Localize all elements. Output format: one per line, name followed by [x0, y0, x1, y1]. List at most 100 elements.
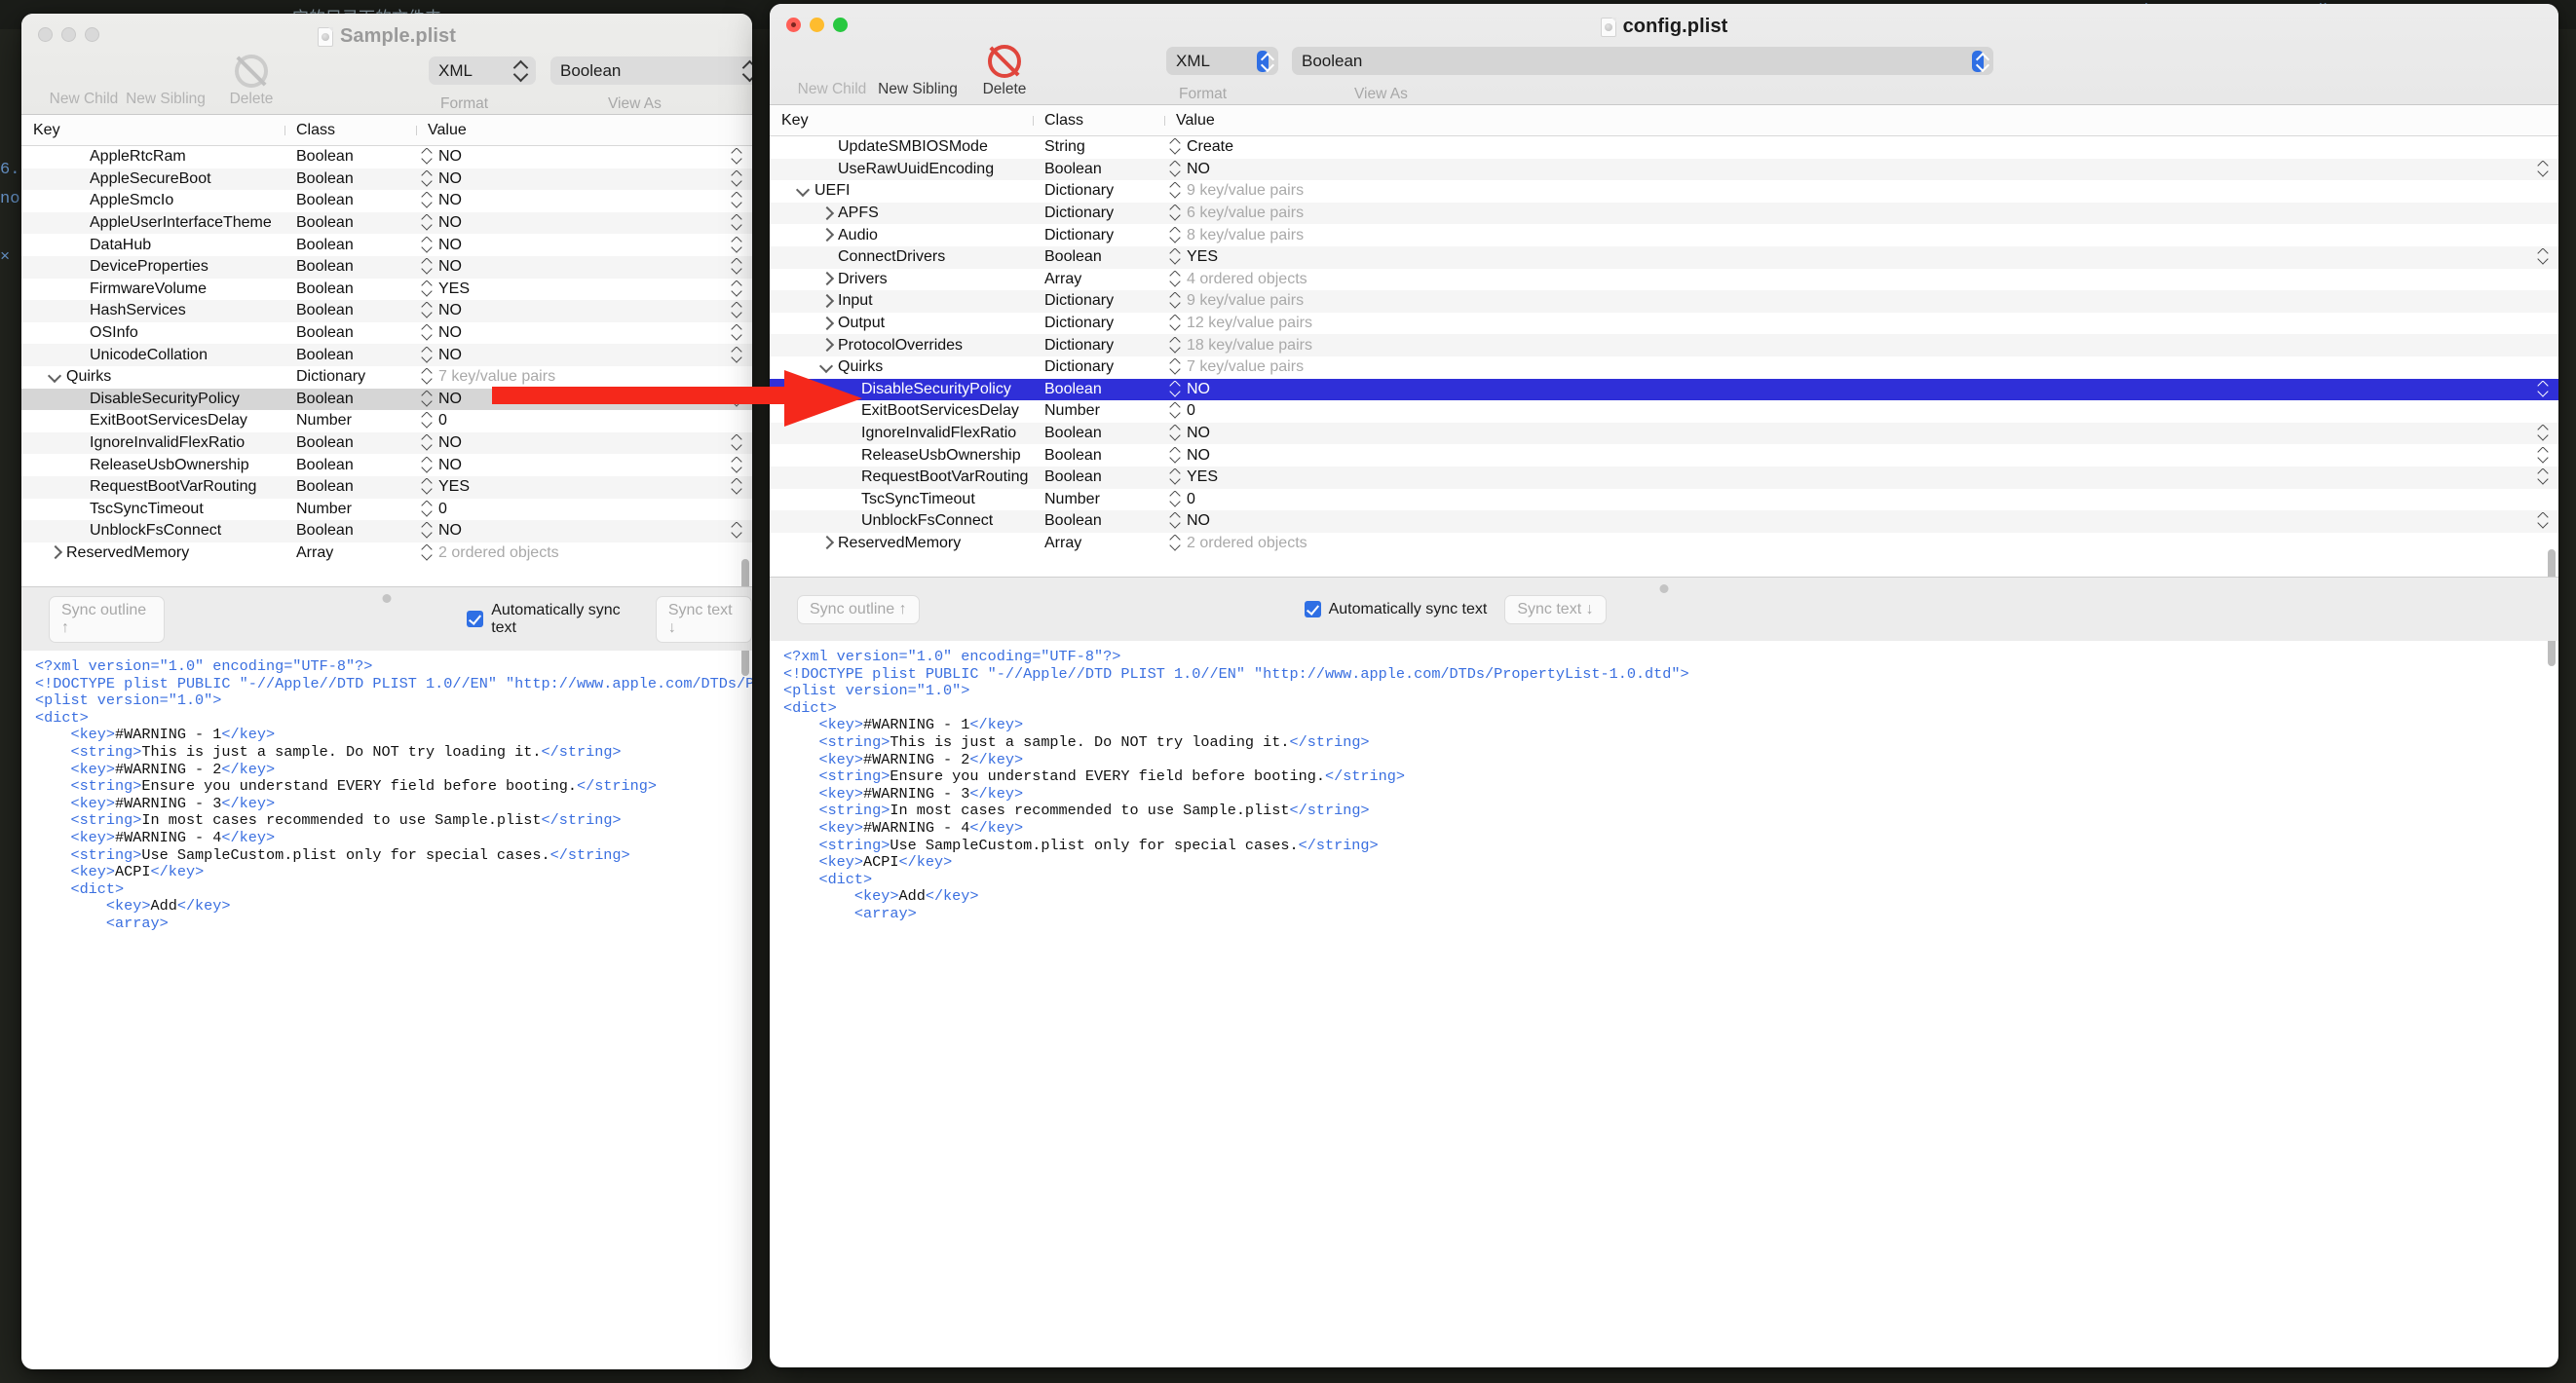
- table-row[interactable]: Drivers Array 4 ordered objects: [770, 268, 2558, 291]
- row-class-label[interactable]: Dictionary: [284, 368, 416, 386]
- row-class-label[interactable]: Dictionary: [1033, 315, 1164, 332]
- value-stepper[interactable]: [1170, 138, 1181, 156]
- value-stepper[interactable]: [422, 347, 433, 364]
- value-stepper[interactable]: [1170, 248, 1181, 266]
- value-stepper[interactable]: [422, 170, 433, 188]
- row-class-label[interactable]: Boolean: [1033, 161, 1164, 178]
- chevron-down-icon[interactable]: [49, 371, 61, 384]
- row-value-label[interactable]: NO: [438, 258, 462, 276]
- right-window-titlebar[interactable]: config.plist New Child New Sibling Delet…: [770, 4, 2558, 105]
- column-header-class[interactable]: Class: [1033, 112, 1164, 130]
- table-row[interactable]: ReservedMemory Array 2 ordered objects: [770, 532, 2558, 555]
- value-stepper[interactable]: [1170, 512, 1181, 530]
- value-stepper[interactable]: [1170, 535, 1181, 552]
- table-row[interactable]: FirmwareVolume Boolean YES: [21, 278, 752, 301]
- row-value-label[interactable]: 9 key/value pairs: [1187, 182, 1304, 200]
- chevron-right-icon[interactable]: [49, 546, 61, 559]
- row-value-label[interactable]: NO: [438, 434, 462, 452]
- value-stepper[interactable]: [422, 544, 433, 562]
- value-stepper[interactable]: [1170, 402, 1181, 420]
- sync-text-button-left[interactable]: Sync text ↓: [655, 595, 752, 643]
- row-class-label[interactable]: Boolean: [284, 522, 416, 540]
- boolean-toggle-stepper[interactable]: [732, 214, 742, 232]
- table-row[interactable]: UnblockFsConnect Boolean NO: [21, 520, 752, 542]
- row-value-label[interactable]: 2 ordered objects: [1187, 535, 1307, 552]
- value-stepper[interactable]: [422, 478, 433, 496]
- row-class-label[interactable]: Number: [284, 412, 416, 430]
- row-value-label[interactable]: 12 key/value pairs: [1187, 315, 1312, 332]
- boolean-toggle-stepper[interactable]: [732, 324, 742, 342]
- table-row[interactable]: UpdateSMBIOSMode String Create: [770, 136, 2558, 159]
- chevron-right-icon[interactable]: [820, 207, 833, 220]
- boolean-toggle-stepper[interactable]: [732, 478, 742, 496]
- left-xml-source-pane[interactable]: <?xml version="1.0" encoding="UTF-8"?> <!…: [21, 651, 752, 933]
- row-value-label[interactable]: YES: [1187, 248, 1218, 266]
- row-value-label[interactable]: YES: [1187, 468, 1218, 486]
- row-value-label[interactable]: YES: [438, 478, 470, 496]
- row-class-label[interactable]: Boolean: [284, 280, 416, 298]
- column-header-class[interactable]: Class: [284, 122, 416, 139]
- view-as-popup-right[interactable]: Boolean: [1292, 47, 1993, 75]
- value-stepper[interactable]: [1170, 315, 1181, 332]
- right-toolbar[interactable]: New Child New Sibling Delete XML Boolean: [770, 39, 2558, 105]
- row-value-label[interactable]: NO: [1187, 512, 1210, 530]
- row-class-label[interactable]: Boolean: [1033, 512, 1164, 530]
- left-toolbar[interactable]: New Child New Sibling Delete XML Boolean: [21, 49, 752, 115]
- table-row[interactable]: IgnoreInvalidFlexRatio Boolean NO: [770, 422, 2558, 445]
- auto-sync-checkbox-left[interactable]: Automatically sync text: [467, 602, 638, 637]
- row-class-label[interactable]: Number: [1033, 402, 1164, 420]
- split-grip-handle[interactable]: [382, 594, 392, 603]
- value-stepper[interactable]: [1170, 337, 1181, 355]
- table-row[interactable]: ConnectDrivers Boolean YES: [770, 245, 2558, 269]
- boolean-toggle-stepper[interactable]: [732, 280, 742, 298]
- value-stepper[interactable]: [422, 302, 433, 319]
- table-row[interactable]: DataHub Boolean NO: [21, 234, 752, 256]
- row-class-label[interactable]: Boolean: [1033, 248, 1164, 266]
- row-value-label[interactable]: 0: [438, 501, 447, 518]
- table-row[interactable]: DisableSecurityPolicy Boolean NO: [770, 378, 2558, 401]
- table-row[interactable]: DeviceProperties Boolean NO: [21, 255, 752, 279]
- value-stepper[interactable]: [422, 412, 433, 430]
- table-row[interactable]: Output Dictionary 12 key/value pairs: [770, 312, 2558, 335]
- table-row[interactable]: ProtocolOverrides Dictionary 18 key/value …: [770, 334, 2558, 356]
- row-class-label[interactable]: Boolean: [1033, 447, 1164, 465]
- boolean-toggle-stepper[interactable]: [2538, 425, 2549, 442]
- boolean-toggle-stepper[interactable]: [732, 148, 742, 166]
- row-class-label[interactable]: Number: [284, 501, 416, 518]
- table-row[interactable]: RequestBootVarRouting Boolean YES: [21, 475, 752, 499]
- table-row[interactable]: UEFI Dictionary 9 key/value pairs: [770, 180, 2558, 203]
- row-class-label[interactable]: Boolean: [284, 170, 416, 188]
- value-stepper[interactable]: [1170, 161, 1181, 178]
- row-class-label[interactable]: Boolean: [284, 457, 416, 474]
- sync-text-button-right[interactable]: Sync text ↓: [1504, 594, 1607, 624]
- row-class-label[interactable]: String: [1033, 138, 1164, 156]
- row-value-label[interactable]: NO: [438, 457, 462, 474]
- format-popup-left[interactable]: XML: [429, 56, 536, 85]
- value-stepper[interactable]: [422, 434, 433, 452]
- row-class-label[interactable]: Boolean: [284, 237, 416, 254]
- row-class-label[interactable]: Boolean: [1033, 468, 1164, 486]
- value-stepper[interactable]: [422, 258, 433, 276]
- row-value-label[interactable]: NO: [438, 214, 462, 232]
- value-stepper[interactable]: [422, 324, 433, 342]
- row-value-label[interactable]: NO: [438, 324, 462, 342]
- chevron-right-icon[interactable]: [820, 295, 833, 308]
- column-header-value[interactable]: Value: [1164, 112, 2558, 130]
- table-row[interactable]: ReservedMemory Array 2 ordered objects: [21, 542, 752, 565]
- boolean-toggle-stepper[interactable]: [732, 170, 742, 188]
- row-class-label[interactable]: Array: [284, 544, 416, 562]
- value-stepper[interactable]: [1170, 468, 1181, 486]
- auto-sync-checkbox-right[interactable]: Automatically sync text: [1304, 601, 1487, 618]
- view-as-popup-left[interactable]: Boolean: [550, 56, 752, 85]
- boolean-toggle-stepper[interactable]: [732, 302, 742, 319]
- boolean-toggle-stepper[interactable]: [2538, 161, 2549, 178]
- value-stepper[interactable]: [1170, 425, 1181, 442]
- row-class-label[interactable]: Boolean: [284, 434, 416, 452]
- value-stepper[interactable]: [422, 214, 433, 232]
- row-value-label[interactable]: 2 ordered objects: [438, 544, 559, 562]
- boolean-toggle-stepper[interactable]: [732, 258, 742, 276]
- row-class-label[interactable]: Array: [1033, 535, 1164, 552]
- row-class-label[interactable]: Dictionary: [1033, 337, 1164, 355]
- row-value-label[interactable]: NO: [1187, 447, 1210, 465]
- chevron-right-icon[interactable]: [820, 273, 833, 285]
